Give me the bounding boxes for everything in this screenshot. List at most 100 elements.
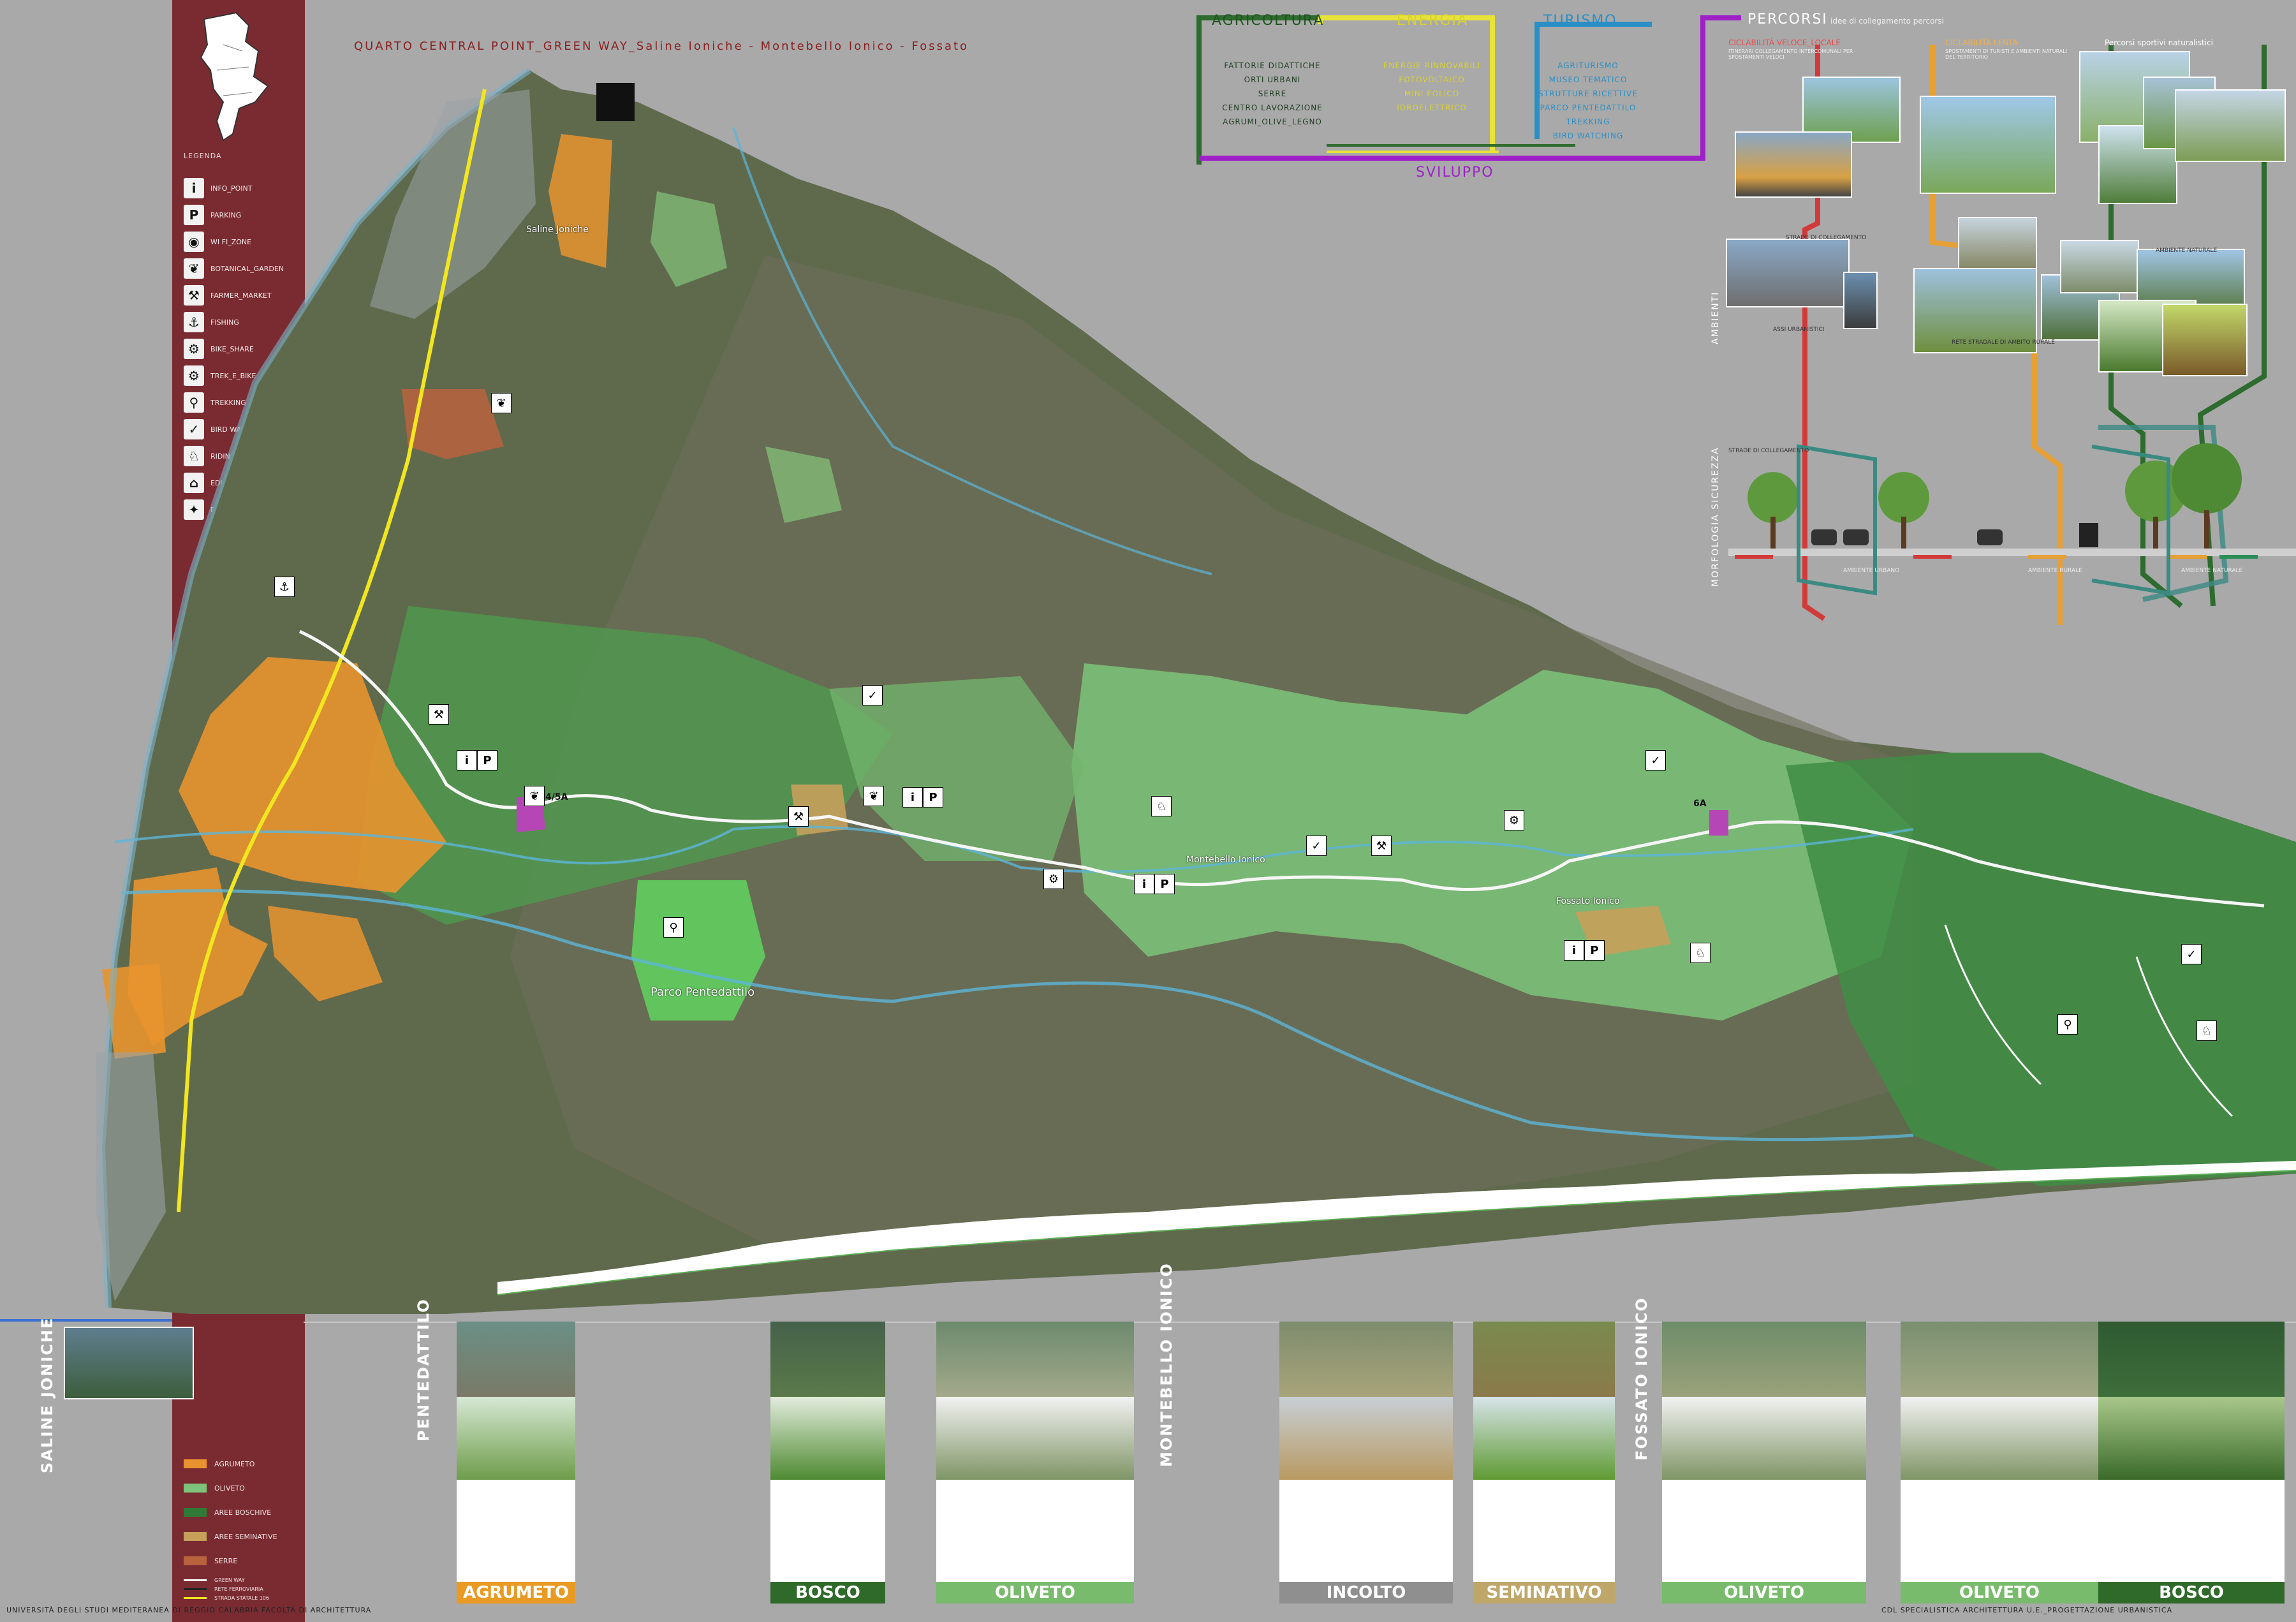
agricoltura-item: SERRE	[1258, 89, 1287, 98]
parking-icon[interactable]: P	[1584, 940, 1605, 961]
route-fast-label: CICLABILITÀ VELOCE_LOCALE	[1728, 38, 1841, 47]
strip-seminativo	[1473, 1322, 1615, 1597]
sector-percorsi-title: PERCORSI	[1748, 11, 1828, 27]
blue-line	[0, 1319, 172, 1322]
footer-right: CDL SPECIALISTICA ARCHITETTURA U.E._PROG…	[1881, 1606, 2173, 1614]
legend-line-swatch	[184, 1596, 207, 1599]
info-point-icon[interactable]: i	[902, 787, 923, 807]
turismo-item: BIRD WATCHING	[1552, 131, 1624, 140]
energia-item: FOTOVOLTAICO	[1399, 75, 1465, 84]
agricoltura-item: ORTI URBANI	[1244, 75, 1301, 84]
sector-turismo-title: TURISMO	[1543, 13, 1617, 29]
parking-icon[interactable]: P	[923, 787, 943, 807]
botanical-garden-icon[interactable]: ❦	[524, 786, 545, 806]
info-point-icon[interactable]: i	[1134, 874, 1154, 894]
sector-energia-title: ENERGIA	[1397, 13, 1469, 29]
route-slow-note: SPOSTAMENTI DI TURISTI E AMBIENTI NATURA…	[1945, 48, 2068, 60]
info-point-icon[interactable]: i	[1564, 940, 1584, 961]
photo-bike-path	[1735, 131, 1852, 198]
label-parco-pentedattilo: Parco Pentedattilo	[651, 985, 755, 999]
botanical-garden-icon[interactable]: ❦	[864, 786, 884, 806]
strip-agrumeto	[457, 1322, 575, 1597]
bird-watch-icon[interactable]: ✓	[1306, 836, 1327, 856]
strip-label-3: INCOLTO	[1279, 1582, 1453, 1604]
sector-agricoltura-title: AGRICOLTURA	[1212, 13, 1325, 29]
label-saline-joniche: Saline Joniche	[526, 225, 589, 235]
land-legend-label: AREE SEMINATIVE	[214, 1532, 277, 1541]
photo-country-road	[2175, 89, 2286, 162]
bike-icon[interactable]: ⚙	[1043, 869, 1064, 889]
farmer-market-icon[interactable]: ⚒	[1371, 836, 1392, 856]
riding-icon[interactable]: ♘	[2197, 1021, 2217, 1041]
land-legend-label: AGRUMETO	[214, 1459, 255, 1468]
land-legend-item: SERRE	[184, 1552, 237, 1569]
legend-line-swatch	[184, 1579, 207, 1581]
label-montebello: Montebello Ionico	[1186, 855, 1265, 865]
legend-swatch	[184, 1484, 207, 1493]
strip-label-4: SEMINATIVO	[1473, 1582, 1615, 1604]
line-legend-item: STRADA STATALE 106	[184, 1593, 269, 1602]
bird-watch-icon[interactable]: ✓	[2181, 944, 2202, 964]
agricoltura-item: CENTRO LAVORAZIONE	[1222, 103, 1323, 112]
legend-swatch	[184, 1556, 207, 1565]
energia-item: ENERGIE RINNOVABILI	[1383, 61, 1481, 70]
sector-percorsi-sub: idee di collegamento percorsi	[1830, 17, 1944, 26]
place-fossato: FOSSATO IONICO	[1633, 1297, 1651, 1461]
farmer-market-icon[interactable]: ⚒	[429, 704, 449, 725]
land-legend-item: AREE BOSCHIVE	[184, 1504, 271, 1521]
footer-left: UNIVERSITÀ DEGLI STUDI MEDITERANEA DI RE…	[6, 1606, 372, 1614]
agricoltura-item: AGRUMI_OLIVE_LEGNO	[1223, 117, 1322, 126]
bird-watch-icon[interactable]: ✓	[1645, 750, 1666, 770]
land-legend-item: AGRUMETO	[184, 1456, 254, 1472]
label-fossato: Fossato Ionico	[1556, 896, 1620, 906]
legend-swatch	[184, 1459, 207, 1468]
saline-aerial-photo	[64, 1327, 194, 1399]
strip-label-6: OLIVETO	[1901, 1582, 2098, 1604]
ambienti-caption-4: AMBIENTE NATURALE	[2156, 247, 2218, 254]
sezione-caption-4: AMBIENTE NATURALE	[2181, 568, 2243, 574]
label-zone-6a: 6A	[1693, 799, 1707, 809]
trekking-icon[interactable]: ⚲	[2057, 1014, 2078, 1035]
riding-icon[interactable]: ♘	[1690, 943, 1711, 963]
parking-icon[interactable]: P	[1154, 874, 1175, 894]
trekking-icon[interactable]: ⚲	[663, 917, 684, 938]
photo-cyclists	[1920, 96, 2056, 194]
ambienti-caption-3: RETE STRADALE DI AMBITO RURALE	[1952, 339, 2055, 346]
strip-oliveto-1	[936, 1322, 1134, 1597]
turismo-item: PARCO PENTEDATTILO	[1540, 103, 1637, 112]
fishing-icon[interactable]: ⚓	[274, 577, 295, 597]
strip-oliveto-3	[1901, 1322, 2098, 1597]
botanical-garden-icon[interactable]: ❦	[491, 393, 511, 413]
strip-bosco-2	[2098, 1322, 2285, 1597]
road-section	[1728, 443, 2296, 596]
sezione-caption-3: AMBIENTE RURALE	[2028, 568, 2082, 574]
farmer-market-icon[interactable]: ⚒	[788, 806, 809, 827]
turismo-item: MUSEO TEMATICO	[1549, 75, 1628, 84]
bike-icon[interactable]: ⚙	[1504, 810, 1524, 830]
photo-street	[1843, 272, 1878, 329]
ambienti-label: AMBIENTI	[1711, 291, 1721, 344]
line-legend-label: RETE FERROVIARIA	[214, 1586, 263, 1592]
land-legend-label: SERRE	[214, 1556, 238, 1565]
land-legend-item: AREE SEMINATIVE	[184, 1528, 277, 1545]
strip-label-0: AGRUMETO	[457, 1582, 575, 1604]
land-legend-item: OLIVETO	[184, 1480, 245, 1496]
info-point-icon[interactable]: i	[457, 750, 477, 770]
strip-label-1: BOSCO	[770, 1582, 885, 1604]
sezione-caption-2: AMBIENTE URBANO	[1843, 568, 1900, 574]
parking-icon[interactable]: P	[477, 750, 497, 770]
strip-bosco	[770, 1322, 885, 1597]
line-legend-item: RETE FERROVIARIA	[184, 1584, 263, 1593]
turismo-item: AGRITURISMO	[1557, 61, 1619, 70]
line-legend-label: GREEN WAY	[214, 1577, 245, 1583]
bird-watch-icon[interactable]: ✓	[862, 685, 883, 705]
agricoltura-item: FATTORIE DIDATTICHE	[1224, 61, 1321, 70]
legend-line-swatch	[184, 1588, 207, 1590]
energia-item: IDROELETTRICO	[1397, 103, 1467, 112]
turismo-item: TREKKING	[1566, 117, 1610, 126]
strip-incolto	[1279, 1322, 1453, 1597]
riding-icon[interactable]: ♘	[1151, 796, 1172, 816]
line-legend-label: STRADA STATALE 106	[214, 1595, 269, 1601]
turismo-item: STRUTTURE RICETTIVE	[1538, 89, 1638, 98]
route-sport-label: Percorsi sportivi naturalistici	[2105, 38, 2214, 47]
